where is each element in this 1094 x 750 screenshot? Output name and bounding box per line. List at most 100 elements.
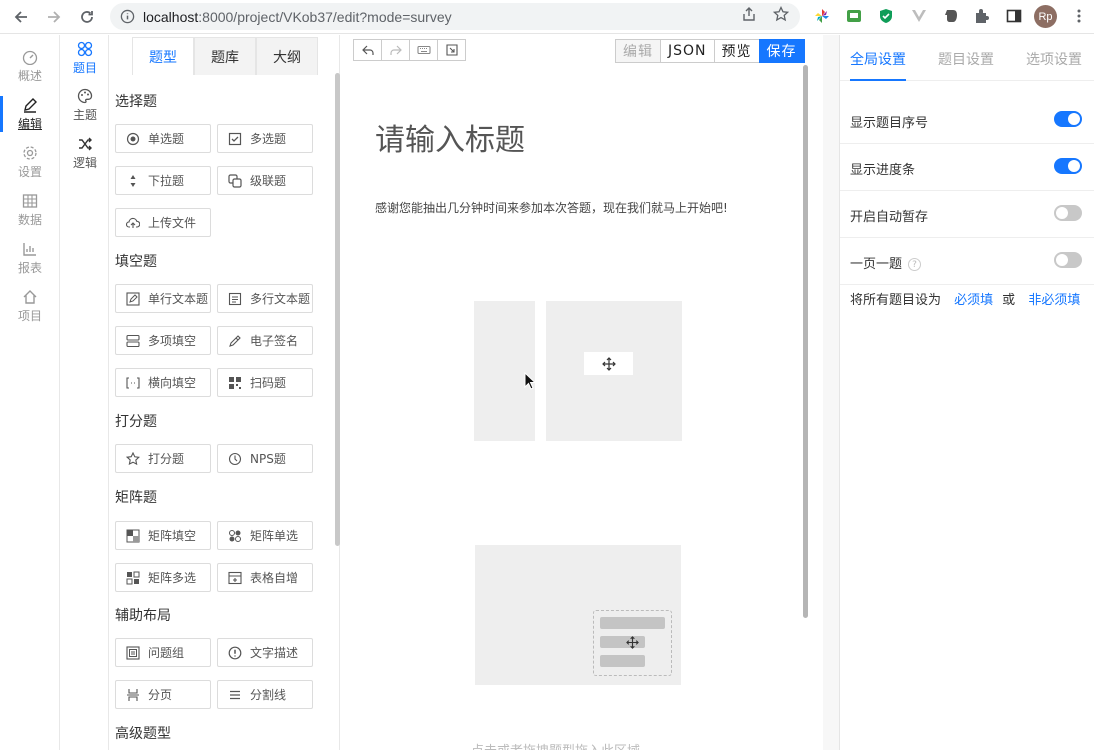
tab-question-bank[interactable]: 题库 <box>194 37 256 75</box>
qtype-dropdown[interactable]: 下拉题 <box>115 166 211 195</box>
setting-show-progress: 显示进度条 <box>840 144 1094 191</box>
shield-extension-icon[interactable] <box>878 8 894 24</box>
qtype-single-choice[interactable]: 单选题 <box>115 124 211 153</box>
chart-icon <box>23 242 36 256</box>
save-button[interactable]: 保存 <box>758 39 805 63</box>
undo-button[interactable] <box>353 39 382 61</box>
qtype-e-signature[interactable]: 电子签名 <box>217 326 313 355</box>
address-bar[interactable]: localhost:8000/project/VKob37/edit?mode=… <box>110 3 800 30</box>
survey-title[interactable]: 请输入标题 <box>375 115 525 159</box>
preview-button[interactable]: 预览 <box>713 39 760 63</box>
panel-scrollbar[interactable] <box>335 73 340 546</box>
vue-devtools-icon[interactable] <box>911 8 927 24</box>
evernote-extension-icon[interactable] <box>943 8 959 24</box>
canvas-scrollbar[interactable] <box>803 65 808 618</box>
keyboard-button[interactable] <box>409 39 438 61</box>
nav-item-settings[interactable]: 设置 <box>0 140 60 184</box>
cascade-icon <box>228 173 242 188</box>
tab-question-types[interactable]: 题型 <box>132 37 194 75</box>
shuffle-icon <box>79 137 92 150</box>
qtype-matrix-single[interactable]: 矩阵单选 <box>217 521 313 550</box>
qtype-label: 下拉题 <box>148 174 185 188</box>
side-panel-icon[interactable] <box>1006 8 1022 24</box>
sub-nav-theme[interactable]: 主题 <box>61 82 109 128</box>
grid-icon <box>77 41 93 56</box>
qtype-label: 横向填空 <box>148 376 197 390</box>
dropdown-icon <box>130 174 136 187</box>
profile-avatar[interactable]: Rp <box>1034 5 1057 28</box>
redo-button[interactable] <box>381 39 410 61</box>
printer-extension-icon[interactable] <box>846 8 862 24</box>
json-button[interactable]: JSON <box>660 39 715 63</box>
tab-global-settings[interactable]: 全局设置 <box>850 49 906 69</box>
matrix-checkbox-icon <box>126 571 140 584</box>
section-title-rating: 打分题 <box>115 414 157 430</box>
qtype-question-group[interactable]: 问题组 <box>115 638 211 667</box>
qtype-page-break[interactable]: 分页 <box>115 680 211 709</box>
qtype-label: 单选题 <box>148 132 185 146</box>
tab-option-settings[interactable]: 选项设置 <box>1026 49 1082 69</box>
survey-canvas[interactable]: 编辑 JSON 预览 保存 请输入标题 感谢您能抽出几分钟时间来参加本次答题，现… <box>341 35 823 750</box>
sub-nav-label: 主题 <box>72 107 97 122</box>
cloud-upload-icon <box>126 217 140 228</box>
nav-item-edit[interactable]: 编辑 <box>0 92 60 136</box>
pinwheel-extension-icon[interactable] <box>814 8 830 24</box>
qtype-divider[interactable]: 分割线 <box>217 680 313 709</box>
qtype-nps[interactable]: NPS题 <box>217 444 313 473</box>
tab-outline[interactable]: 大纲 <box>256 37 318 75</box>
qtype-label: 多行文本题 <box>250 292 311 306</box>
survey-description[interactable]: 感谢您能抽出几分钟时间来参加本次答题，现在我们就马上开始吧! <box>375 199 728 216</box>
qtype-multi-line-text[interactable]: 多行文本题 <box>217 284 313 313</box>
setting-show-question-number: 显示题目序号 <box>840 97 1094 144</box>
qtype-matrix-multiple[interactable]: 矩阵多选 <box>115 563 211 592</box>
toggle-show-progress[interactable] <box>1054 158 1082 174</box>
alert-circle-icon <box>228 646 242 659</box>
toggle-auto-save[interactable] <box>1054 205 1082 221</box>
set-all-optional-link[interactable]: 非必须填 <box>1028 293 1080 308</box>
nav-item-overview[interactable]: 概述 <box>0 44 60 88</box>
textarea-icon <box>228 292 242 305</box>
star-icon[interactable] <box>773 6 789 22</box>
toggle-show-question-number[interactable] <box>1054 111 1082 127</box>
more-vert-icon[interactable] <box>1071 8 1087 24</box>
puzzle-extension-icon[interactable] <box>974 8 990 24</box>
qtype-upload-file[interactable]: 上传文件 <box>115 208 211 237</box>
qtype-horizontal-fill[interactable]: 横向填空 <box>115 368 211 397</box>
back-button[interactable] <box>9 5 33 29</box>
toggle-one-question-per-page[interactable] <box>1054 252 1082 268</box>
import-button[interactable] <box>437 39 466 61</box>
nav-item-report[interactable]: 报表 <box>0 236 60 280</box>
qtype-single-line-text[interactable]: 单行文本题 <box>115 284 211 313</box>
help-icon[interactable]: ? <box>908 258 922 271</box>
qtype-table-auto-increment[interactable]: 表格自增 <box>217 563 313 592</box>
set-all-required-link[interactable]: 必须填 <box>954 293 993 308</box>
drag-handle <box>584 352 633 375</box>
qtype-rating[interactable]: 打分题 <box>115 444 211 473</box>
qtype-cascade[interactable]: 级联题 <box>217 166 313 195</box>
tab-question-settings[interactable]: 题目设置 <box>938 49 994 69</box>
edit-box-icon <box>126 291 140 306</box>
qtype-label: 矩阵多选 <box>148 571 197 585</box>
qtype-scan-code[interactable]: 扫码题 <box>217 368 313 397</box>
edit-mode-button[interactable]: 编辑 <box>615 39 661 63</box>
sub-nav-logic[interactable]: 逻辑 <box>61 130 109 176</box>
drop-hint-text: 点击或者拖拽题型拖入此区域 <box>471 740 640 750</box>
home-icon <box>23 289 37 304</box>
sub-nav-questions[interactable]: 题目 <box>61 35 109 81</box>
qtype-text-description[interactable]: 文字描述 <box>217 638 313 667</box>
qtype-multiple-choice[interactable]: 多选题 <box>217 124 313 153</box>
qtype-matrix-fill[interactable]: 矩阵填空 <box>115 521 211 550</box>
active-tab-indicator <box>850 79 906 81</box>
forward-button[interactable] <box>42 5 66 29</box>
gear-icon <box>23 145 37 160</box>
browser-chrome: localhost:8000/project/VKob37/edit?mode=… <box>0 0 1094 34</box>
share-icon[interactable] <box>741 6 757 22</box>
qtype-multi-fill[interactable]: 多项填空 <box>115 326 211 355</box>
nav-item-data[interactable]: 数据 <box>0 188 60 232</box>
checkbox-icon <box>228 132 242 145</box>
url-text: localhost:8000/project/VKob37/edit?mode=… <box>143 8 452 25</box>
reload-button[interactable] <box>75 5 99 29</box>
star-outline-icon <box>126 451 140 465</box>
qtype-label: 分割线 <box>250 688 287 702</box>
nav-item-project[interactable]: 项目 <box>0 284 60 328</box>
